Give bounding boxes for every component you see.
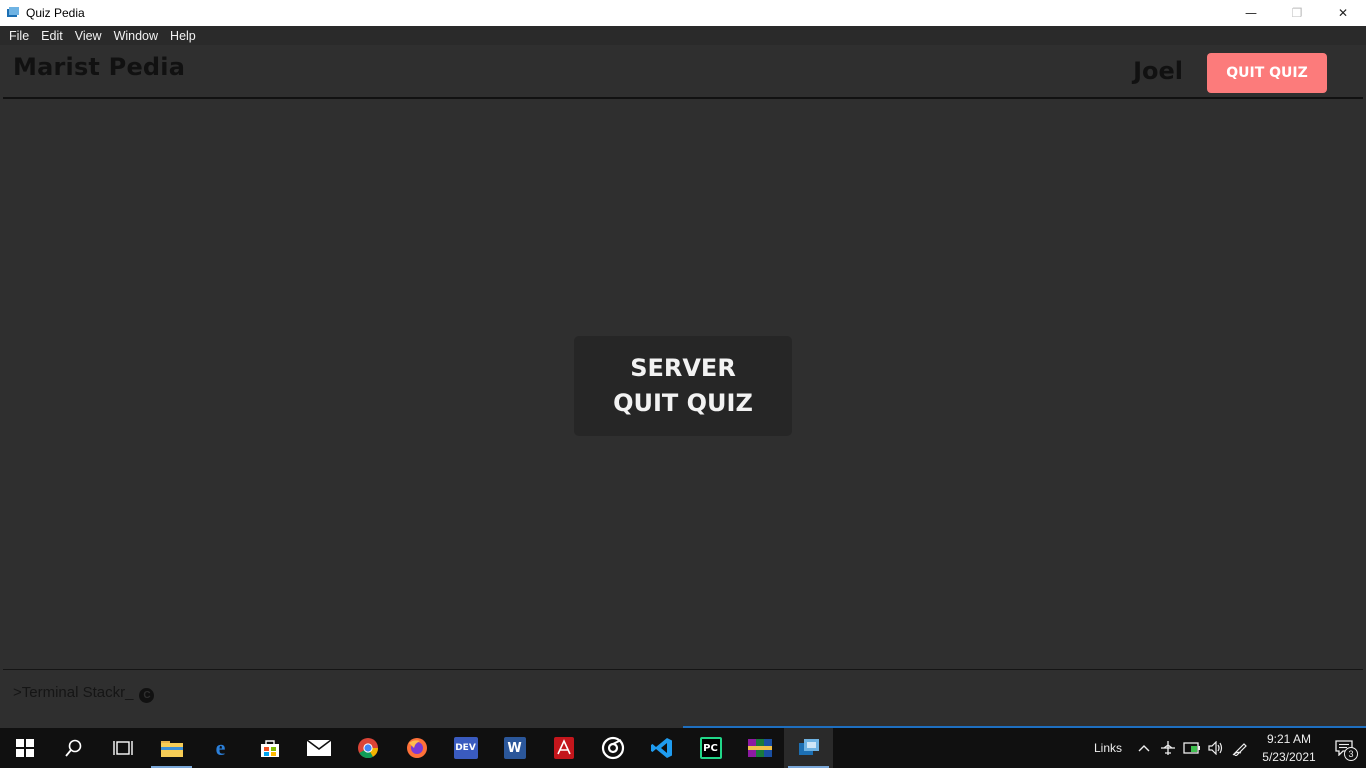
clock-date: 5/23/2021 xyxy=(1262,750,1316,764)
close-button[interactable]: ✕ xyxy=(1320,0,1366,26)
quit-quiz-button[interactable]: QUIT QUIZ xyxy=(1207,53,1327,93)
minimize-button[interactable]: — xyxy=(1228,0,1274,26)
groove-icon xyxy=(601,736,624,760)
taskbar-file-explorer[interactable] xyxy=(147,728,196,768)
battery-icon xyxy=(1183,742,1200,754)
taskbar-edge[interactable]: e xyxy=(196,728,245,768)
action-center-button[interactable]: 3 xyxy=(1322,728,1366,768)
word-icon: W xyxy=(503,737,526,759)
acrobat-icon xyxy=(553,737,574,759)
server-quit-text: SERVER QUIT QUIZ xyxy=(613,354,753,417)
taskbar-quiz-pedia[interactable] xyxy=(784,728,833,768)
search-icon xyxy=(64,739,81,757)
app-icon xyxy=(7,7,19,17)
taskbar-store[interactable] xyxy=(245,728,294,768)
task-view-icon xyxy=(112,741,133,755)
app-header: Marist Pedia Joel QUIT QUIZ xyxy=(3,45,1363,99)
chevron-up-icon xyxy=(1138,745,1150,752)
store-icon xyxy=(260,740,279,757)
firefox-icon xyxy=(406,738,427,758)
quiz-pedia-icon xyxy=(798,739,819,755)
window-controls: — ❐ ✕ xyxy=(1228,0,1366,26)
clock-time: 9:21 AM xyxy=(1266,732,1312,746)
start-button[interactable] xyxy=(0,728,49,768)
menu-view[interactable]: View xyxy=(69,29,108,43)
taskbar-firefox[interactable] xyxy=(392,728,441,768)
mail-icon xyxy=(306,740,331,756)
links-toolbar[interactable]: Links xyxy=(1094,741,1122,755)
task-view-button[interactable] xyxy=(98,728,147,768)
folder-icon xyxy=(160,741,183,757)
taskbar: e DEV W PC Links 9:21 AM 5/23/2021 3 xyxy=(0,726,1366,768)
window-title: Quiz Pedia xyxy=(26,6,85,20)
menu-file[interactable]: File xyxy=(3,29,35,43)
taskbar-devcpp[interactable]: DEV xyxy=(441,728,490,768)
dev-icon: DEV xyxy=(453,737,478,759)
taskbar-acrobat[interactable] xyxy=(539,728,588,768)
airplane-icon xyxy=(1161,741,1175,755)
chrome-icon xyxy=(357,738,378,759)
footer-text: >Terminal Stackr_ xyxy=(13,684,134,701)
windows-logo-icon xyxy=(15,739,34,757)
taskbar-vscode[interactable] xyxy=(637,728,686,768)
pycharm-icon: PC xyxy=(699,737,722,759)
brand-title: Marist Pedia xyxy=(13,53,186,81)
taskbar-mail[interactable] xyxy=(294,728,343,768)
edge-icon: e xyxy=(215,735,226,760)
taskbar-chrome[interactable] xyxy=(343,728,392,768)
taskbar-groove[interactable] xyxy=(588,728,637,768)
notification-count-badge: 3 xyxy=(1344,747,1358,761)
system-tray: Links 9:21 AM 5/23/2021 3 xyxy=(1094,728,1366,768)
footer-credit: >Terminal Stackr_ C xyxy=(13,684,155,703)
pen-icon xyxy=(1232,743,1247,756)
window-titlebar: Quiz Pedia — ❐ ✕ xyxy=(0,0,1366,26)
app-content: Marist Pedia Joel QUIT QUIZ SERVER QUIT … xyxy=(3,45,1363,726)
menu-help[interactable]: Help xyxy=(164,29,202,43)
app-footer: >Terminal Stackr_ C xyxy=(3,669,1363,726)
taskbar-word[interactable]: W xyxy=(490,728,539,768)
winrar-icon xyxy=(747,739,772,757)
taskbar-clock[interactable]: 9:21 AM 5/23/2021 xyxy=(1256,730,1322,766)
restore-button[interactable]: ❐ xyxy=(1274,0,1320,26)
menu-window[interactable]: Window xyxy=(108,29,164,43)
server-quit-message: SERVER QUIT QUIZ xyxy=(574,336,792,436)
copyright-icon: C xyxy=(139,688,155,703)
vscode-icon xyxy=(650,738,672,758)
menu-bar: File Edit View Window Help xyxy=(0,26,1366,45)
battery-button[interactable] xyxy=(1180,728,1204,768)
taskbar-winrar[interactable] xyxy=(735,728,784,768)
taskbar-apps: e DEV W PC xyxy=(0,728,833,768)
menu-edit[interactable]: Edit xyxy=(35,29,69,43)
airplane-mode-button[interactable] xyxy=(1156,728,1180,768)
show-hidden-icons-button[interactable] xyxy=(1132,728,1156,768)
volume-icon xyxy=(1208,741,1223,755)
pen-workspace-button[interactable] xyxy=(1228,728,1252,768)
search-button[interactable] xyxy=(49,728,98,768)
username: Joel xyxy=(1133,57,1183,85)
volume-button[interactable] xyxy=(1204,728,1228,768)
taskbar-pycharm[interactable]: PC xyxy=(686,728,735,768)
